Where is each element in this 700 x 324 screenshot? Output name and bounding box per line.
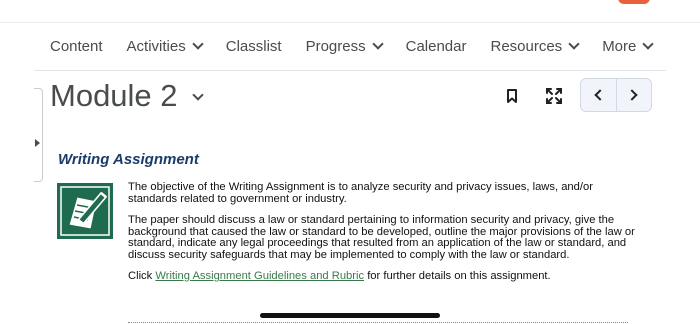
chevron-down-icon — [642, 38, 655, 50]
nav-classlist-label: Classlist — [225, 37, 282, 55]
nav-content-label: Content — [50, 37, 103, 55]
objective-paragraph: The objective of the Writing Assignment … — [128, 181, 593, 205]
nav-activities-label: Activities — [126, 37, 186, 55]
chevron-down-icon — [192, 38, 204, 50]
nav-more-label: More — [602, 37, 637, 55]
nav-more[interactable]: More — [590, 22, 664, 70]
nav-content[interactable]: Content — [34, 22, 115, 70]
chevron-left-icon — [594, 89, 606, 101]
cut-off-text — [128, 320, 628, 324]
nav-resources[interactable]: Resources — [478, 22, 590, 70]
nav-activities[interactable]: Activities — [115, 22, 214, 70]
bookmark-button[interactable] — [498, 82, 526, 110]
guidelines-rubric-link[interactable]: Writing Assignment Guidelines and Rubric — [155, 270, 364, 282]
course-navbar: Content Activities Classlist Progress Ca… — [34, 22, 666, 71]
caret-right-icon — [35, 139, 40, 147]
nav-calendar-label: Calendar — [405, 37, 467, 55]
next-topic-button[interactable] — [615, 79, 652, 111]
fullscreen-button[interactable] — [540, 82, 568, 110]
nav-classlist[interactable]: Classlist — [214, 22, 294, 70]
guidelines-paragraph: Click Writing Assignment Guidelines and … — [128, 270, 640, 283]
side-panel-toggle[interactable] — [34, 88, 43, 182]
fullscreen-icon — [546, 88, 562, 104]
link-prefix: Click — [128, 270, 156, 282]
home-indicator — [260, 313, 440, 318]
chevron-down-icon — [371, 38, 384, 50]
top-bar — [0, 0, 700, 23]
section-title: Writing Assignment — [58, 151, 199, 168]
link-suffix: for further details on this assignment. — [364, 270, 551, 282]
page-title: Module 2 — [50, 78, 178, 113]
topic-pager — [580, 78, 652, 112]
chevron-down-icon — [191, 89, 204, 101]
chevron-right-icon — [626, 89, 638, 101]
nav-progress-label: Progress — [305, 37, 366, 55]
module-title-dropdown[interactable]: Module 2 — [50, 78, 204, 114]
nav-resources-label: Resources — [490, 37, 563, 55]
top-action-button[interactable] — [618, 0, 650, 4]
chevron-down-icon — [568, 38, 580, 50]
paper-requirements-paragraph: The paper should discuss a law or standa… — [128, 214, 635, 261]
assignment-pencil-icon — [57, 183, 113, 239]
nav-calendar[interactable]: Calendar — [394, 22, 479, 70]
previous-topic-button[interactable] — [581, 79, 616, 111]
bookmark-icon — [507, 89, 517, 103]
assignment-description: The objective of the Writing Assignment … — [128, 181, 640, 293]
nav-progress[interactable]: Progress — [294, 22, 394, 70]
